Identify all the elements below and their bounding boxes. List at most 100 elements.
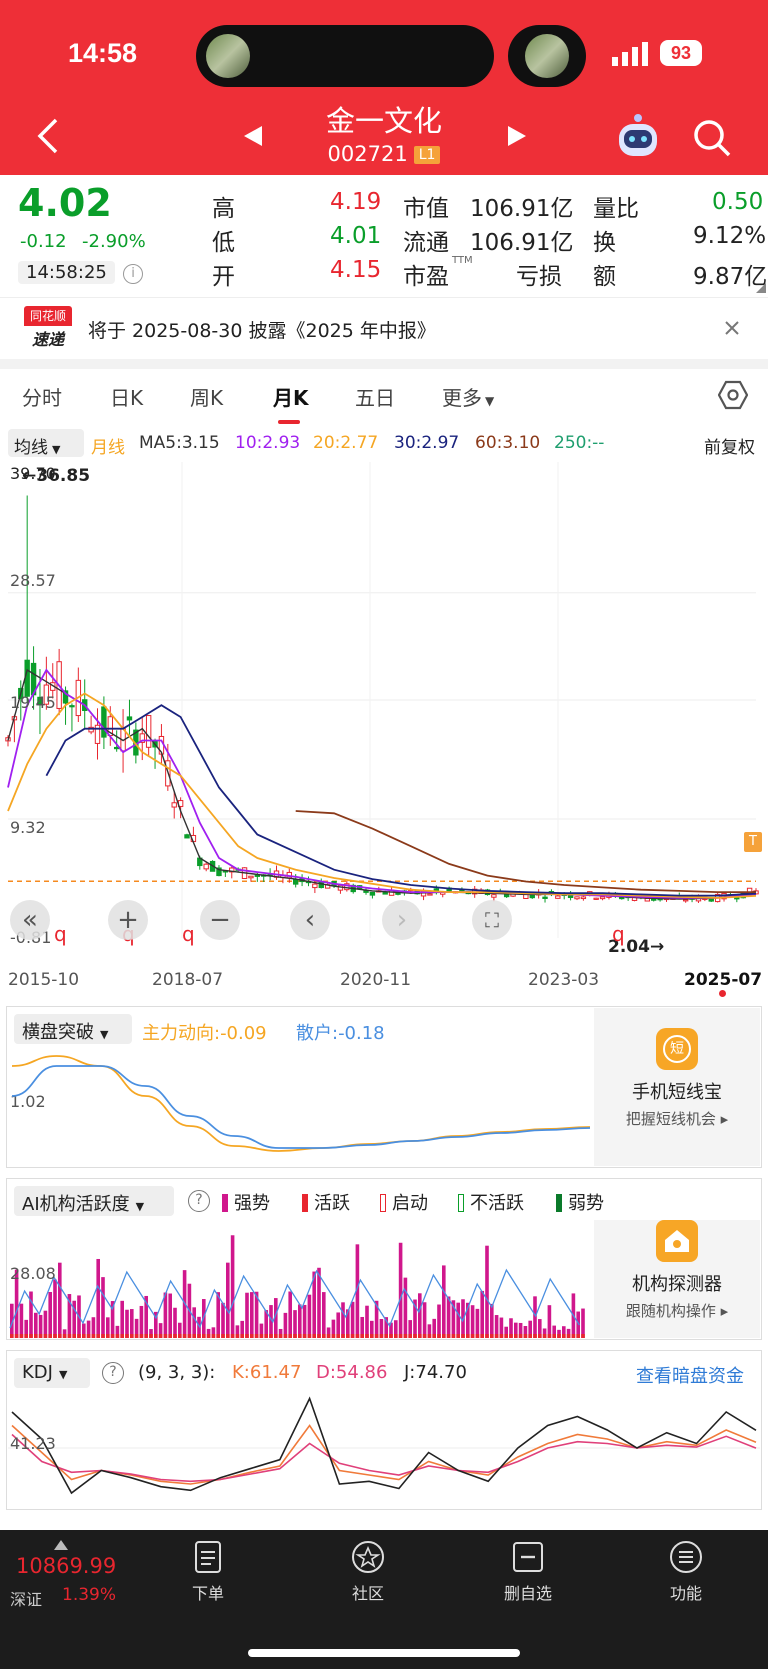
value-low: 4.01 <box>330 223 382 249</box>
ai-bar <box>533 1296 537 1338</box>
ai-bar <box>418 1293 422 1338</box>
tab-month[interactable]: 月K <box>273 382 309 411</box>
tab-five-day[interactable]: 五日 <box>355 382 395 411</box>
live-activity-thumbnail-2[interactable] <box>525 34 569 78</box>
nav-functions[interactable]: 功能 <box>646 1540 726 1604</box>
ai-bar-base <box>298 1334 302 1338</box>
close-icon[interactable] <box>724 320 740 336</box>
kdj-select-label: KDJ ▼ <box>22 1362 67 1383</box>
ai-y-label: 28.08 <box>10 1264 56 1283</box>
legend-weak-text: 弱势 <box>568 1193 604 1214</box>
help-icon[interactable]: ? <box>102 1362 124 1384</box>
legend-inactive-swatch <box>458 1194 464 1212</box>
ai-bar-base <box>53 1334 57 1338</box>
nav-community[interactable]: 社区 <box>328 1540 408 1604</box>
last-price: 4.02 <box>18 181 112 225</box>
ai-bar <box>230 1235 235 1338</box>
ai-bar-base <box>523 1334 528 1338</box>
x-label-3: 2020-11 <box>340 970 412 990</box>
expand-corner-icon[interactable] <box>756 283 766 293</box>
nav-community-label: 社区 <box>351 1584 384 1603</box>
live-activity-thumbnail[interactable] <box>206 34 250 78</box>
ai-bar-base <box>216 1334 220 1338</box>
pan-right-icon[interactable]: › <box>382 900 422 940</box>
tab-week[interactable]: 周K <box>190 382 223 411</box>
ma-select-text: 均线 <box>14 438 48 458</box>
battery-icon: 93 <box>660 40 702 66</box>
kline-chart[interactable] <box>0 462 768 962</box>
next-stock-icon[interactable] <box>506 124 528 148</box>
back-icon[interactable] <box>36 118 60 154</box>
ai-bar-base <box>96 1334 100 1338</box>
institution-card[interactable]: 机构探测器 跟随机构操作 ▸ <box>594 1220 760 1338</box>
ai-bar-base <box>470 1334 475 1338</box>
news-bar[interactable]: 同花顺 速递 将于 2025-08-30 披露《2025 年中报》 <box>0 297 768 359</box>
candle <box>171 802 177 808</box>
ai-bar-base <box>38 1334 43 1338</box>
value-mktcap: 106.91亿 <box>470 196 574 222</box>
institution-title: 机构探测器 <box>632 1274 722 1295</box>
settings-hexagon-icon[interactable] <box>718 380 748 410</box>
ai-bar <box>163 1292 168 1338</box>
fullscreen-icon[interactable]: ⛶ <box>472 900 512 940</box>
tab-day[interactable]: 日K <box>110 382 143 411</box>
event-marker-1[interactable]: q <box>54 922 67 946</box>
order-icon <box>195 1541 221 1573</box>
ai-bar-base <box>355 1334 360 1338</box>
dark-pool-link[interactable]: 查看暗盘资金 <box>636 1362 744 1388</box>
ai-bar <box>341 1302 345 1338</box>
ai-activity-chart[interactable] <box>8 1218 594 1338</box>
adjust-mode[interactable]: 前复权 <box>704 433 755 458</box>
ai-bar-base <box>331 1334 336 1338</box>
event-marker-4[interactable]: q <box>612 922 625 946</box>
ai-bar-base <box>197 1334 201 1338</box>
price-change: -0.12 <box>20 231 67 252</box>
tab-minute[interactable]: 分时 <box>22 382 62 411</box>
short-line-card[interactable]: 短 手机短线宝 把握短线机会 ▸ <box>594 1008 760 1166</box>
ai-bar <box>53 1279 57 1338</box>
collapse-left-icon[interactable]: « <box>10 900 50 940</box>
ai-bar-base <box>533 1334 537 1338</box>
ai-bar-base <box>10 1334 14 1338</box>
ma-period: 月线 <box>91 438 125 458</box>
search-icon[interactable] <box>692 118 732 158</box>
ai-bar-base <box>48 1334 52 1338</box>
index-value[interactable]: 10869.99 <box>16 1554 116 1578</box>
nav-order[interactable]: 下单 <box>168 1540 248 1604</box>
ai-bar <box>422 1302 427 1338</box>
candle <box>523 894 529 899</box>
chevron-down-icon: ▼ <box>52 443 61 456</box>
zoom-in-icon[interactable]: + <box>108 900 148 940</box>
ai-bar-base <box>274 1334 278 1338</box>
ai-bar <box>221 1302 225 1338</box>
info-icon[interactable]: i <box>123 264 143 284</box>
ai-bar <box>403 1277 408 1338</box>
event-marker-3[interactable]: q <box>182 922 195 946</box>
legend-active-swatch <box>302 1194 308 1212</box>
ai-bar <box>470 1305 475 1338</box>
ai-bar-base <box>106 1334 110 1338</box>
ai-bar-base <box>490 1334 494 1338</box>
ai-bar-base <box>101 1334 105 1338</box>
t-badge[interactable]: T <box>744 832 762 852</box>
ai-bar-base <box>43 1334 48 1338</box>
nav-remove-watchlist[interactable]: 删自选 <box>488 1540 568 1604</box>
tab-more[interactable]: 更多 ▼ <box>442 382 494 411</box>
pan-left-icon[interactable]: ‹ <box>290 900 330 940</box>
label-pe: 市盈 <box>403 264 449 290</box>
ai-bar-base <box>509 1334 513 1338</box>
quote-time: 14:58:25 <box>18 261 115 284</box>
ma-line-MA30 <box>45 704 757 897</box>
ai-bar-base <box>427 1334 432 1338</box>
tab-underline <box>278 420 300 424</box>
ai-bar-base <box>576 1334 580 1338</box>
status-time: 14:58 <box>68 38 138 68</box>
help-icon[interactable]: ? <box>188 1190 210 1212</box>
ai-bar-base <box>442 1334 446 1338</box>
hp-chart[interactable] <box>8 1040 594 1166</box>
ai-bar-base <box>389 1334 393 1338</box>
ai-bar-base <box>163 1334 168 1338</box>
kdj-chart[interactable] <box>8 1388 760 1508</box>
robot-assistant-icon[interactable] <box>614 112 662 160</box>
zoom-out-icon[interactable]: − <box>200 900 240 940</box>
